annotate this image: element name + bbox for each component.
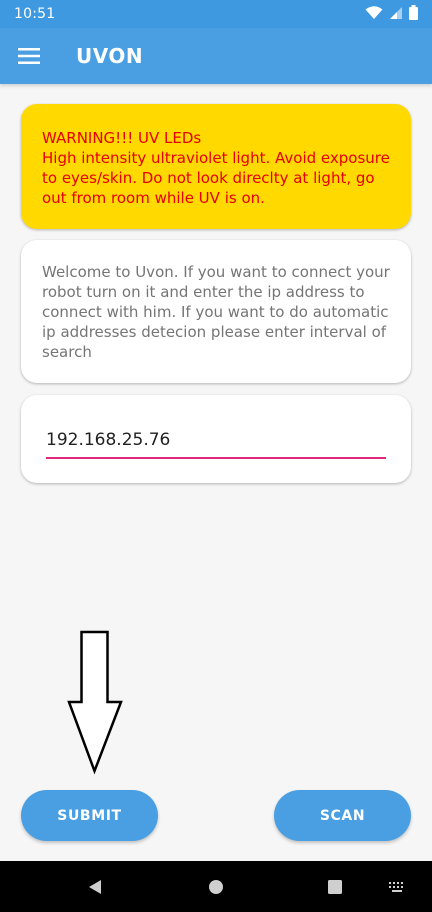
ip-card (21, 395, 411, 483)
info-card: Welcome to Uvon. If you want to connect … (21, 240, 411, 383)
status-time: 10:51 (14, 6, 56, 22)
down-arrow-icon (67, 630, 125, 780)
warning-message: High intensity ultraviolet light. Avoid … (42, 149, 390, 207)
hamburger-menu-icon[interactable] (12, 39, 46, 73)
app-title: UVON (76, 44, 144, 68)
app-screen: 10:51 UVON WARNING!!! UV LEDs High inten… (0, 0, 432, 912)
system-nav-bar (0, 861, 432, 912)
battery-icon (409, 4, 418, 24)
home-icon[interactable] (199, 861, 233, 912)
status-icons (365, 4, 418, 24)
status-bar: 10:51 (0, 0, 432, 28)
ip-address-input[interactable] (46, 425, 386, 459)
wifi-icon (365, 5, 383, 24)
scan-button[interactable]: SCAN (274, 790, 411, 841)
back-icon[interactable] (78, 861, 112, 912)
submit-button[interactable]: SUBMIT (21, 790, 158, 841)
recents-icon[interactable] (318, 861, 352, 912)
warning-card: WARNING!!! UV LEDs High intensity ultrav… (21, 104, 411, 229)
warning-title: WARNING!!! UV LEDs (42, 129, 202, 147)
keyboard-icon[interactable] (380, 861, 414, 912)
info-text: Welcome to Uvon. If you want to connect … (42, 263, 390, 361)
app-bar: UVON (0, 28, 432, 84)
signal-icon (389, 5, 403, 24)
